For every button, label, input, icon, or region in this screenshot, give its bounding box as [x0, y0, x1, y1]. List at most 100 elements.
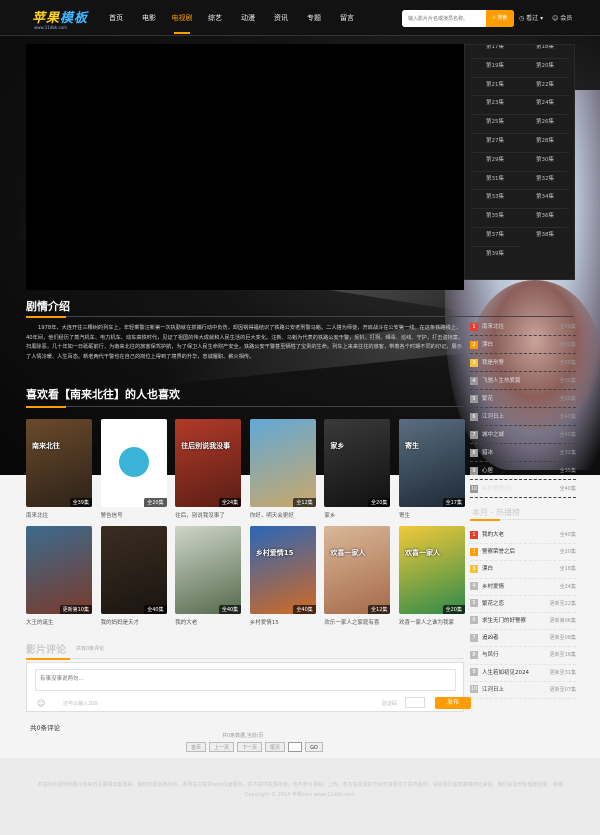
rank-item[interactable]: 7 追凶者 更新至08集 — [470, 630, 576, 648]
episode-item[interactable]: 第34集 — [521, 189, 569, 204]
rank-item[interactable]: 10 乡村爱情16 全40集 — [470, 480, 576, 498]
video-title[interactable]: 往后，别说我没事了 — [175, 511, 241, 519]
video-card[interactable]: 南来北往 全39集南来北往 — [26, 419, 92, 519]
video-player[interactable] — [26, 44, 464, 290]
video-poster[interactable]: 乡村爱情15 全40集 — [249, 526, 316, 614]
site-logo[interactable]: 苹果模板 www.11dbk.com — [32, 7, 90, 31]
video-card[interactable]: 更新第10集大王的诞生 — [26, 526, 92, 626]
episode-item[interactable]: 第24集 — [521, 95, 569, 110]
rank-item[interactable]: 4 乡村爱情 全24集 — [470, 579, 576, 596]
nav-movie[interactable]: 电影 — [133, 0, 165, 36]
video-title[interactable]: 我的大老 — [175, 618, 241, 626]
last-page-button[interactable]: 尾页 — [265, 742, 286, 752]
video-title[interactable]: 欢喜一家人之谁为我家 — [399, 618, 465, 626]
episode-item[interactable]: 第23集 — [471, 95, 519, 110]
video-title[interactable]: 寄生 — [399, 511, 465, 519]
comment-input[interactable] — [35, 669, 456, 691]
video-card[interactable]: 家乡 全20集家乡 — [324, 419, 391, 519]
episode-item[interactable]: 第22集 — [521, 76, 569, 92]
search-input[interactable] — [402, 10, 486, 27]
episode-item[interactable]: 第27集 — [471, 133, 519, 148]
rank-item[interactable]: 2 漂白 全30集 — [470, 336, 576, 354]
submit-comment-button[interactable]: 发布 — [435, 697, 471, 709]
episode-item[interactable]: 第33集 — [471, 189, 519, 204]
video-card[interactable]: 欢喜一家人 全20集欢喜一家人之谁为我家 — [399, 526, 465, 626]
video-title[interactable]: 我的妈妈是天才 — [101, 618, 167, 626]
video-card[interactable]: 乡村爱情15 全40集乡村爱情15 — [249, 526, 316, 626]
video-card[interactable]: 欢喜一家人 全12集 欢乐一家人之家庭有喜 — [324, 526, 391, 626]
video-title[interactable]: 南来北往 — [26, 511, 92, 519]
episode-item[interactable]: 第25集 — [471, 114, 519, 129]
video-poster[interactable]: 全12集 — [249, 419, 316, 507]
episode-item[interactable]: 第29集 — [471, 151, 519, 167]
rank-item[interactable]: 1 我的大老 全40集 — [470, 527, 576, 545]
episode-item[interactable]: 第31集 — [471, 170, 519, 186]
episode-item[interactable]: 第17集 — [471, 45, 519, 54]
episode-item[interactable]: 第20集 — [521, 57, 569, 73]
episode-item[interactable]: 第38集 — [521, 227, 569, 242]
rank-item[interactable]: 9 心居 全35集 — [470, 462, 576, 480]
video-title[interactable]: 家乡 — [324, 511, 390, 519]
video-poster[interactable]: 欢喜一家人 全20集 — [399, 526, 465, 614]
video-card[interactable]: 寄生 全17集寄生 — [399, 419, 465, 519]
episode-item[interactable]: 第32集 — [521, 170, 569, 186]
episode-item[interactable]: 第35集 — [471, 208, 519, 223]
video-card[interactable]: 全20集警告信号 — [100, 419, 167, 519]
rank-item[interactable]: 8 与凤行 更新至16集 — [470, 647, 576, 665]
search-button[interactable]: ⌕ 搜索 — [486, 10, 514, 27]
rank-item[interactable]: 5 繁花 全30集 — [470, 390, 576, 408]
nav-anime[interactable]: 动漫 — [232, 0, 264, 36]
episode-item[interactable]: 第28集 — [521, 133, 569, 148]
rank-item[interactable]: 1 南来北往 全39集 — [470, 318, 576, 336]
rank-item[interactable]: 6 江河日上 全40集 — [470, 408, 576, 426]
video-poster[interactable]: 往后别说我没事 全24集 — [175, 419, 242, 507]
video-poster[interactable]: 南来北往 全39集 — [26, 419, 92, 507]
verify-code-input[interactable] — [405, 697, 425, 708]
video-title[interactable]: 大王的诞生 — [26, 618, 92, 626]
video-poster[interactable]: 更新第10集 — [26, 526, 92, 614]
episode-item[interactable]: 第18集 — [521, 45, 569, 54]
video-poster[interactable]: 寄生 全17集 — [399, 419, 465, 507]
page-number-input[interactable] — [288, 742, 303, 752]
rank-item[interactable]: 5 繁花之恋 更新至22集 — [470, 596, 576, 613]
rank-item[interactable]: 9 人生若如初见2024 更新至31集 — [470, 665, 576, 682]
nav-home[interactable]: 首页 — [100, 0, 132, 36]
nav-topic[interactable]: 专题 — [298, 0, 330, 36]
video-card[interactable]: 往后别说我没事 全24集往后，别说我没事了 — [175, 419, 242, 519]
episode-item[interactable]: 第39集 — [471, 245, 519, 261]
rank-item[interactable]: 3 漂白 全18集 — [470, 561, 576, 579]
video-poster[interactable]: 全40集 — [175, 526, 242, 614]
video-poster[interactable]: 欢喜一家人 全12集 — [324, 526, 391, 614]
video-title[interactable]: 乡村爱情15 — [250, 618, 316, 626]
video-poster[interactable]: 家乡 全20集 — [324, 419, 391, 507]
video-title[interactable]: 你好，明天会更好 — [250, 511, 316, 519]
go-button[interactable]: GO — [305, 742, 323, 752]
video-poster[interactable]: 全40集 — [100, 526, 167, 614]
nav-news[interactable]: 资讯 — [265, 0, 297, 36]
rank-item[interactable]: 6 求生无门的好警察 更新第06集 — [470, 613, 576, 631]
next-page-button[interactable]: 下一页 — [237, 742, 263, 752]
nav-variety[interactable]: 综艺 — [199, 0, 231, 36]
episode-item[interactable]: 第21集 — [471, 76, 519, 92]
episode-item[interactable]: 第36集 — [521, 208, 569, 223]
episode-item[interactable]: 第19集 — [471, 57, 519, 73]
video-card[interactable]: 全40集我的大老 — [175, 526, 242, 626]
nav-tv[interactable]: 电视剧 — [166, 0, 198, 36]
member-link[interactable]: ☺ 会员 — [552, 13, 572, 22]
rank-item[interactable]: 8 猎冰 全32集 — [470, 444, 576, 462]
rank-item[interactable]: 3 我是刑警 全38集 — [470, 354, 576, 372]
rank-item[interactable]: 4 飞驰人生热爱篇 全30集 — [470, 372, 576, 390]
episode-item[interactable]: 第26集 — [521, 114, 569, 129]
rank-item[interactable]: 7 城中之城 全40集 — [470, 426, 576, 444]
rank-item[interactable]: 2 警察荣誉之后 全20集 — [470, 544, 576, 562]
history-menu[interactable]: ◷ 看过 ▾ — [519, 13, 543, 22]
episode-item[interactable]: 第30集 — [521, 151, 569, 167]
emoji-icon[interactable]: ☺ — [37, 699, 45, 708]
first-page-button[interactable]: 首页 — [186, 742, 207, 752]
video-poster[interactable]: 全20集 — [100, 419, 167, 507]
prev-page-button[interactable]: 上一页 — [209, 742, 235, 752]
nav-guestbook[interactable]: 留言 — [331, 0, 363, 36]
video-title[interactable]: 警告信号 — [101, 511, 167, 519]
rank-item[interactable]: 10 江河日上 更新至07集 — [470, 682, 576, 699]
video-card[interactable]: 全40集我的妈妈是天才 — [100, 526, 167, 626]
